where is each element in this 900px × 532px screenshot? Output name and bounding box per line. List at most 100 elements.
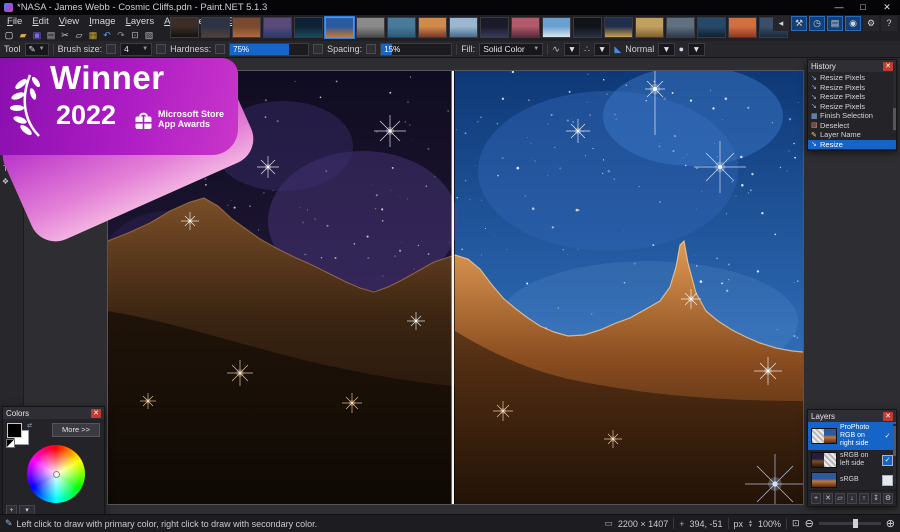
colors-close-icon[interactable]: ✕ <box>91 409 101 418</box>
save-icon[interactable]: ▣ <box>31 29 43 41</box>
brush-tip-icon[interactable]: ● <box>679 44 684 54</box>
default-colors-icon[interactable] <box>6 439 15 448</box>
merge-down-button[interactable]: ↓ <box>847 493 857 504</box>
layer-row[interactable]: sRGB on left side✓ <box>808 450 896 470</box>
zoom-slider[interactable] <box>819 522 881 525</box>
undo-icon[interactable]: ↶ <box>101 29 113 41</box>
hardness-slider[interactable]: 75% <box>229 43 309 56</box>
help-icon[interactable]: ? <box>881 16 897 31</box>
collapse-strip-icon[interactable]: ◂ <box>773 16 789 31</box>
image-thumbnail[interactable] <box>697 17 726 38</box>
layers-toggle-icon[interactable]: ▤ <box>827 16 843 31</box>
history-item[interactable]: ↘Resize Pixels <box>808 83 896 93</box>
active-tool-dropdown[interactable]: ✎ ▼ <box>25 43 49 56</box>
layers-close-icon[interactable]: ✕ <box>883 412 893 421</box>
move-down-button[interactable]: ↧ <box>871 493 881 504</box>
history-scrollbar[interactable] <box>893 64 896 132</box>
layer-row[interactable]: sRGB <box>808 470 896 490</box>
history-item[interactable]: ↘Resize Pixels <box>808 73 896 83</box>
colors-toggle-icon[interactable]: ◉ <box>845 16 861 31</box>
crop-icon[interactable]: ⊡ <box>129 29 141 41</box>
redo-icon[interactable]: ↷ <box>115 29 127 41</box>
duplicate-layer-button[interactable]: ▱ <box>835 493 845 504</box>
layer-visibility-checkbox[interactable] <box>882 475 893 486</box>
history-toggle-icon[interactable]: ◷ <box>809 16 825 31</box>
hardness-reset-button2[interactable] <box>215 44 225 54</box>
menu-file[interactable]: File <box>2 16 27 27</box>
color-wheel[interactable] <box>27 445 85 503</box>
image-thumbnail[interactable] <box>418 17 447 38</box>
blend-mode-dropdown[interactable]: ▼ <box>658 43 674 56</box>
image-thumbnail[interactable] <box>635 17 664 38</box>
cut-icon[interactable]: ✂ <box>59 29 71 41</box>
image-thumbnail[interactable] <box>201 17 230 38</box>
deselect-icon[interactable]: ▧ <box>143 29 155 41</box>
spacing-slider[interactable]: 15% <box>380 43 452 56</box>
delete-layer-button[interactable]: ✕ <box>823 493 833 504</box>
units-dropdown[interactable]: px <box>734 519 744 529</box>
image-thumbnail[interactable] <box>387 17 416 38</box>
color-swatches[interactable]: ⇄ <box>6 422 30 444</box>
history-close-icon[interactable]: ✕ <box>883 62 893 71</box>
spacing-reset-button[interactable] <box>313 44 323 54</box>
antialiasing-dropdown[interactable]: ▼ <box>564 43 580 56</box>
history-item[interactable]: ↘Resize Pixels <box>808 102 896 112</box>
layer-visibility-checkbox[interactable]: ✓ <box>882 455 893 466</box>
history-item[interactable]: ↘Resize Pixels <box>808 92 896 102</box>
history-item[interactable]: ↘Resize <box>808 140 896 150</box>
image-thumbnail[interactable] <box>666 17 695 38</box>
blend-mode-value[interactable]: Normal <box>625 44 654 54</box>
image-thumbnail[interactable] <box>604 17 633 38</box>
copy-icon[interactable]: ▱ <box>73 29 85 41</box>
menu-edit[interactable]: Edit <box>27 16 53 27</box>
primary-color-swatch[interactable] <box>7 423 22 438</box>
image-thumbnail[interactable] <box>232 17 261 38</box>
settings-icon[interactable]: ⚙ <box>863 16 879 31</box>
image-thumbnail[interactable] <box>449 17 478 38</box>
layers-scrollbar[interactable] <box>893 424 896 484</box>
paste-icon[interactable]: ▦ <box>87 29 99 41</box>
new-icon[interactable]: ▢ <box>3 29 15 41</box>
layer-row[interactable]: ProPhoto RGB on right side✓ <box>808 422 896 450</box>
fill-style-dropdown[interactable]: Solid Color ▼ <box>479 43 543 56</box>
more-button[interactable]: More >> <box>52 423 100 437</box>
image-thumbnail[interactable] <box>728 17 757 38</box>
open-icon[interactable]: ▰ <box>17 29 29 41</box>
image-thumbnail[interactable] <box>573 17 602 38</box>
zoom-in-icon[interactable]: ⊕ <box>886 517 895 530</box>
spacing-reset-button2[interactable] <box>366 44 376 54</box>
image-thumbnail[interactable] <box>356 17 385 38</box>
image-thumbnail[interactable] <box>263 17 292 38</box>
image-thumbnail[interactable] <box>170 17 199 38</box>
minimize-button[interactable]: — <box>830 1 848 14</box>
image-thumbnail[interactable] <box>325 17 354 38</box>
move-up-button[interactable]: ↑ <box>859 493 869 504</box>
antialiasing-icon[interactable]: ∿ <box>552 44 560 55</box>
image-thumbnail[interactable] <box>542 17 571 38</box>
history-item[interactable]: ▧Deselect <box>808 121 896 131</box>
image-thumbnail[interactable] <box>511 17 540 38</box>
history-item[interactable]: ▦Finish Selection <box>808 111 896 121</box>
units-spinner[interactable]: ▲▼ <box>748 520 753 528</box>
sampling-dropdown[interactable]: ▼ <box>594 43 610 56</box>
menu-view[interactable]: View <box>54 16 84 27</box>
add-layer-button[interactable]: + <box>811 493 821 504</box>
brush-size-input[interactable]: 4 ▼ <box>120 43 152 56</box>
image-thumbnail[interactable] <box>294 17 323 38</box>
zoom-fit-icon[interactable]: ⊡ <box>792 518 800 529</box>
hardness-reset-button[interactable] <box>156 44 166 54</box>
close-button[interactable]: ✕ <box>878 1 896 14</box>
print-icon[interactable]: ▤ <box>45 29 57 41</box>
image-thumbnail[interactable] <box>480 17 509 38</box>
layer-visibility-checkbox[interactable]: ✓ <box>882 431 893 442</box>
brush-tip-dropdown[interactable]: ▼ <box>688 43 704 56</box>
swap-colors-icon[interactable]: ⇄ <box>27 422 32 429</box>
tools-toggle-icon[interactable]: ⚒ <box>791 16 807 31</box>
sampling-icon[interactable]: ∴ <box>584 44 590 55</box>
maximize-button[interactable]: □ <box>854 1 872 14</box>
layer-properties-button[interactable]: ⚙ <box>883 493 893 504</box>
brush-size-reset-button[interactable] <box>106 44 116 54</box>
history-item[interactable]: ✎Layer Name <box>808 130 896 140</box>
zoom-out-icon[interactable]: ⊖ <box>805 517 814 530</box>
menu-image[interactable]: Image <box>84 16 120 27</box>
